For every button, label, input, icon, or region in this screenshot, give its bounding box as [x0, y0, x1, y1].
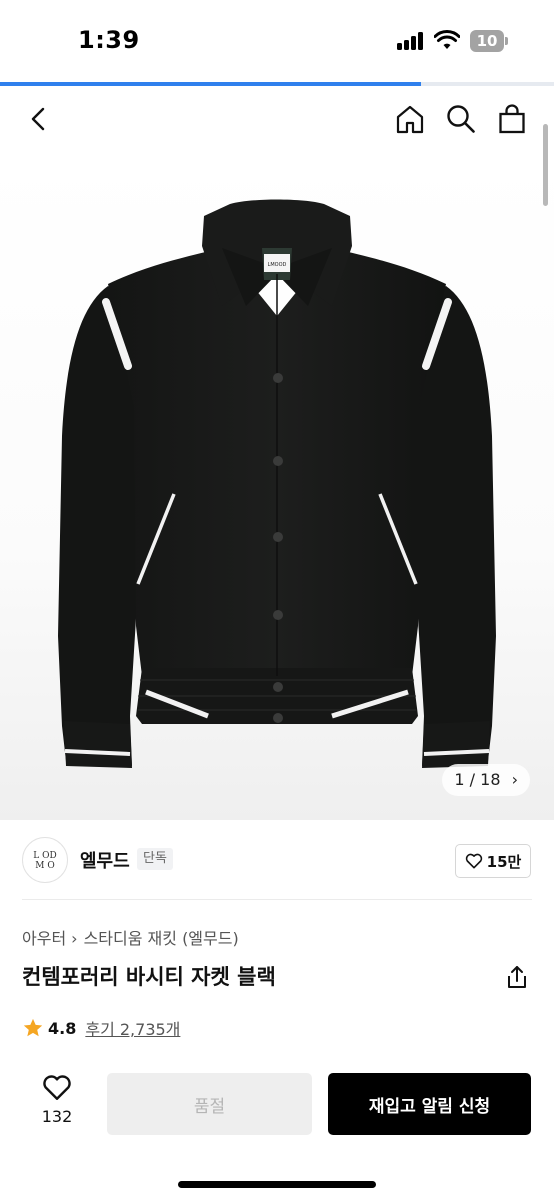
breadcrumb: 아우터 › 스타디움 재킷 (엘무드)	[22, 925, 239, 949]
search-icon	[447, 105, 475, 133]
back-icon	[31, 107, 45, 131]
breadcrumb-category[interactable]: 아우터	[22, 929, 66, 948]
top-nav	[0, 86, 554, 156]
page-scrollbar[interactable]	[543, 124, 548, 206]
exclusive-badge: 단독	[137, 848, 173, 870]
image-counter[interactable]: 1 / 18 ›	[442, 764, 530, 796]
chevron-right-icon: ›	[71, 929, 78, 948]
svg-text:M O: M O	[35, 861, 54, 871]
status-bar: 1:39 10	[0, 0, 554, 82]
soldout-button: 품절	[107, 1073, 312, 1135]
back-button[interactable]	[22, 102, 56, 136]
review-count-link[interactable]: 후기 2,735개	[85, 1016, 180, 1040]
product-image: LMOOD	[58, 199, 496, 768]
chevron-right-icon: ›	[511, 770, 518, 789]
home-indicator	[178, 1181, 376, 1188]
share-icon	[508, 966, 526, 988]
home-icon	[396, 105, 424, 134]
wishlist-count: 132	[41, 1107, 73, 1126]
cart-button[interactable]	[495, 102, 529, 136]
brand-row: L OD M O 엘무드 단독 15만	[0, 830, 554, 892]
battery-icon: 10	[470, 30, 508, 52]
breadcrumb-subcategory[interactable]: 스타디움 재킷 (엘무드)	[84, 929, 239, 948]
battery-level: 10	[470, 30, 504, 52]
wishlist-button[interactable]: 132	[32, 1074, 82, 1134]
jacket-label: LMOOD	[268, 262, 287, 268]
share-button[interactable]	[505, 964, 529, 990]
product-image-carousel[interactable]: LMOOD 1 / 18 ›	[0, 156, 554, 820]
home-button[interactable]	[393, 102, 427, 136]
star-icon	[23, 1018, 43, 1037]
brand-name[interactable]: 엘무드	[80, 847, 130, 873]
heart-icon	[43, 1075, 71, 1100]
heart-icon	[465, 853, 482, 869]
image-counter-text: 1 / 18	[454, 770, 501, 789]
shopping-bag-icon	[499, 104, 525, 134]
brand-like-count: 15만	[486, 852, 522, 871]
brand-like-button[interactable]: 15만	[455, 844, 531, 878]
rating-row: 4.8 후기 2,735개	[22, 1016, 180, 1040]
signal-icon	[397, 32, 423, 50]
status-time: 1:39	[78, 26, 140, 54]
product-title: 컨템포러리 바시티 자켓 블랙	[22, 965, 276, 989]
wifi-icon	[434, 30, 460, 49]
brand-logo[interactable]: L OD M O	[22, 837, 68, 883]
svg-text:L OD: L OD	[33, 851, 56, 861]
bottom-action-bar: 132 품절 재입고 알림 신청	[0, 1060, 554, 1200]
brand-logo-mark: L OD M O	[33, 851, 56, 871]
divider	[22, 899, 532, 900]
search-button[interactable]	[444, 102, 478, 136]
restock-alert-button[interactable]: 재입고 알림 신청	[328, 1073, 531, 1135]
rating-value: 4.8	[48, 1018, 77, 1038]
